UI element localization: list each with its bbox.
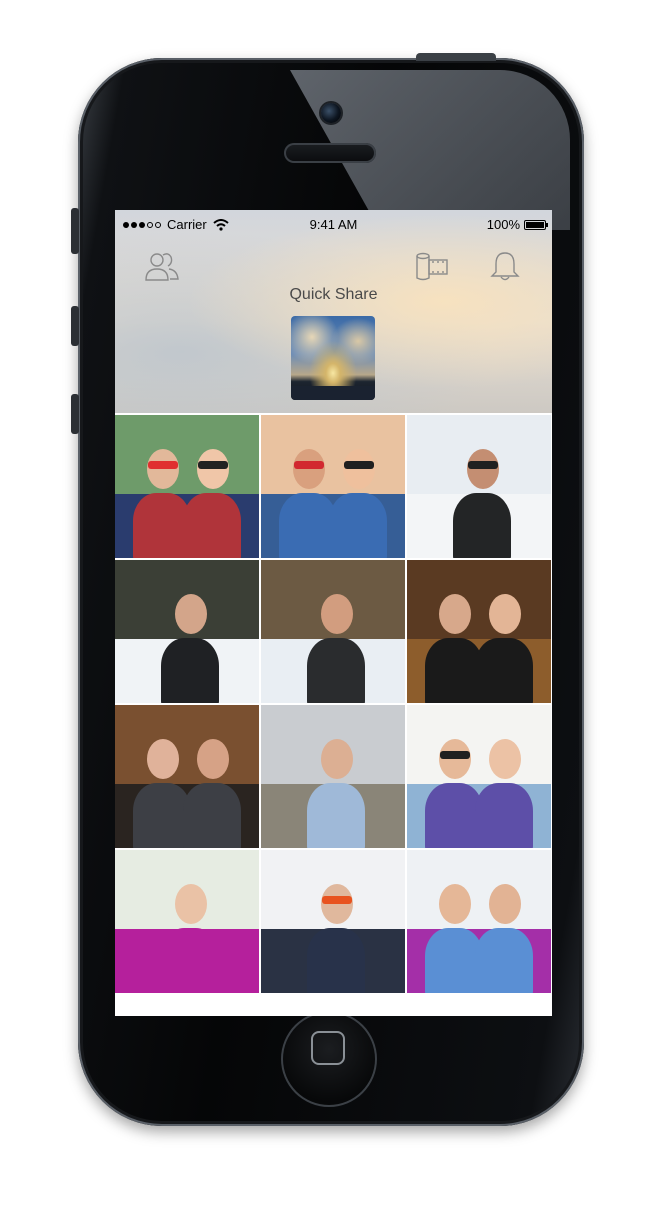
photo-festival-crowd[interactable] [261, 415, 405, 558]
photo-snow-sledding-1[interactable] [407, 415, 551, 558]
photo-grid [115, 415, 552, 993]
sunglasses [322, 896, 352, 904]
battery-group: 100% [486, 217, 548, 232]
sleep-button [416, 53, 496, 61]
photo-wedding-guests[interactable] [407, 850, 551, 993]
person-body [183, 783, 241, 848]
person-body [183, 493, 241, 558]
front-camera [321, 103, 341, 123]
sunglasses [344, 461, 374, 469]
person-body [475, 638, 533, 703]
photo-couple-party[interactable] [407, 560, 551, 703]
person-face [147, 739, 179, 779]
photo-snow-sledding-2[interactable] [261, 560, 405, 703]
sunglasses [148, 461, 178, 469]
sunglasses [198, 461, 228, 469]
page-title: Quick Share [289, 286, 378, 303]
volume-up-button [71, 306, 79, 346]
app-screen: Carrier 9:41 AM 100% Quick Share [115, 210, 552, 1016]
photo-pizza[interactable] [261, 705, 405, 848]
person-face [489, 884, 521, 924]
person-face [321, 739, 353, 779]
sunglasses [294, 461, 324, 469]
person-face [467, 449, 499, 489]
quick-share-header: Carrier 9:41 AM 100% Quick Share [115, 210, 552, 413]
person-body [307, 783, 365, 848]
person-body [161, 638, 219, 703]
photo-woman-purple-dress[interactable] [115, 850, 259, 993]
person-face [175, 884, 207, 924]
quick-share-photo[interactable] [291, 316, 375, 400]
person-face [439, 884, 471, 924]
person-body [329, 493, 387, 558]
photo-friends-sunglasses[interactable] [115, 415, 259, 558]
bell-icon[interactable] [490, 250, 520, 282]
earpiece-speaker [284, 143, 376, 163]
sunglasses [468, 461, 498, 469]
volume-down-button [71, 394, 79, 434]
person-face [343, 449, 375, 489]
person-face [293, 449, 325, 489]
people-icon[interactable] [145, 250, 179, 282]
person-face [175, 594, 207, 634]
home-button-icon [311, 1031, 345, 1065]
person-body [475, 783, 533, 848]
photo-couple-selfie[interactable] [407, 705, 551, 848]
person-face [439, 739, 471, 779]
mute-switch [71, 208, 79, 254]
battery-percent: 100% [486, 217, 520, 232]
person-face [321, 594, 353, 634]
film-roll-icon[interactable] [415, 252, 449, 282]
person-face [197, 449, 229, 489]
sunglasses [440, 751, 470, 759]
photo-man-orange-sunglasses[interactable] [261, 850, 405, 993]
status-bar: Carrier 9:41 AM 100% [115, 210, 552, 238]
person-face [197, 739, 229, 779]
person-body [475, 928, 533, 993]
person-body [453, 493, 511, 558]
person-face [489, 739, 521, 779]
person-body [307, 638, 365, 703]
person-body [307, 928, 365, 993]
person-face [439, 594, 471, 634]
battery-icon [524, 219, 548, 230]
photo-couple-restaurant[interactable] [115, 705, 259, 848]
photo-snow-sitting[interactable] [115, 560, 259, 703]
person-face [321, 884, 353, 924]
person-face [147, 449, 179, 489]
person-body [161, 928, 219, 993]
person-face [489, 594, 521, 634]
